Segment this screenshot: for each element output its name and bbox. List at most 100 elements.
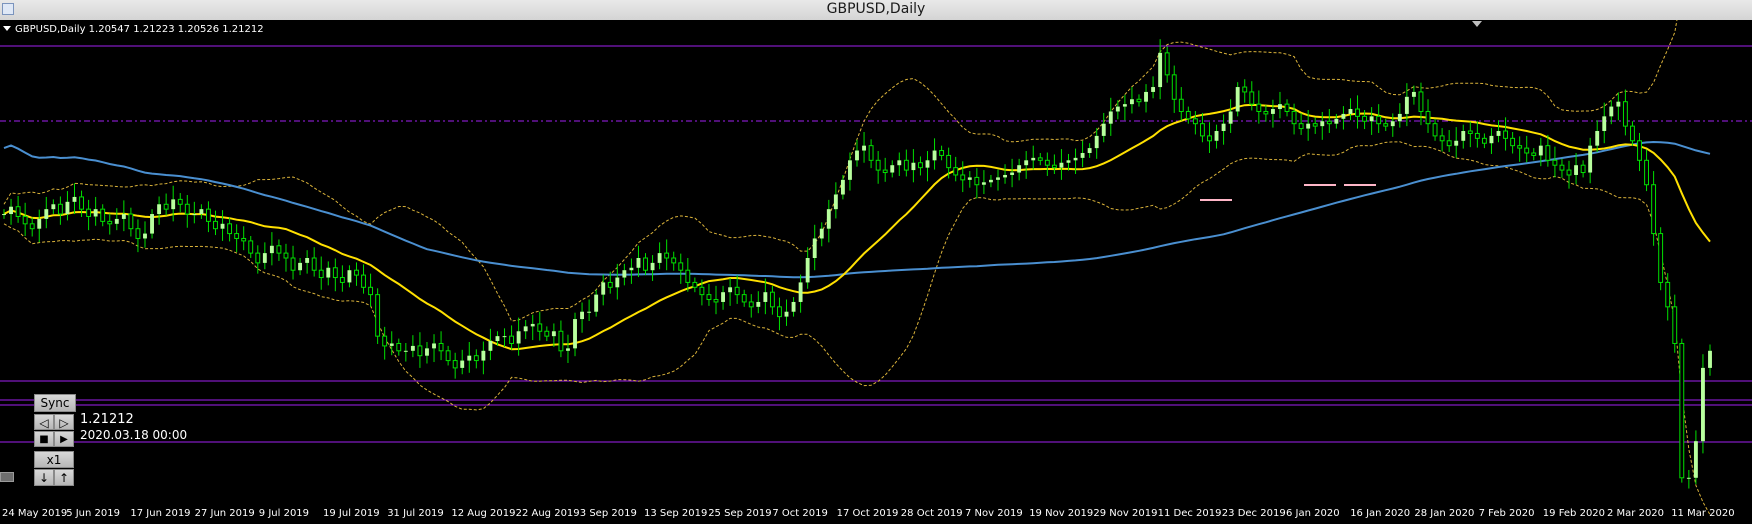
candle-body-bull (862, 145, 866, 151)
candle-body-bear (741, 294, 747, 303)
candle-body-bull (403, 350, 408, 352)
candle-body-bull (65, 201, 70, 215)
candle-body-bear (1178, 98, 1184, 112)
candle-body-bear (882, 169, 888, 174)
price-chart-area[interactable]: GBPUSD,Daily 1.20547 1.21223 1.20526 1.2… (0, 20, 1752, 524)
candle-body-bear (473, 355, 479, 362)
candle-body-bear (1439, 135, 1445, 142)
candle-body-bull (1066, 160, 1071, 163)
speed-down-icon[interactable]: ↓ (34, 469, 54, 486)
candle-body-bear (1044, 159, 1050, 166)
stop-icon[interactable]: ■ (34, 431, 54, 447)
candle-body-bear (241, 237, 247, 242)
candle-body-bull (1129, 99, 1134, 105)
x-tick-label: 22 Aug 2019 (515, 508, 580, 519)
candle-body-bull (269, 245, 274, 254)
candle-body-bull (1108, 111, 1113, 124)
candle-body-bull (1404, 96, 1409, 114)
candle-body-bear (713, 299, 719, 303)
candle-body-bear (1665, 281, 1671, 308)
candle-body-bull (1115, 106, 1120, 112)
candle-body-bear (57, 203, 63, 215)
candle-body-bull (1278, 104, 1282, 110)
candle-body-bear (1249, 91, 1255, 105)
candle-body-bull (728, 287, 733, 293)
candle-body-bear (1622, 101, 1628, 127)
bollinger-upper-band (3, 20, 1678, 322)
candle-body-bull (326, 267, 331, 278)
x-tick-label: 19 Jul 2019 (323, 508, 380, 519)
candle-body-bear (396, 342, 402, 352)
candle-body-bull (1708, 350, 1712, 368)
bollinger-lower-band (3, 141, 1711, 515)
candle-body-bull (1693, 441, 1698, 478)
candle-body-bear (1432, 123, 1438, 137)
candle-body-bull (629, 267, 634, 271)
candle-body-bull (1616, 101, 1621, 107)
candle-body-bull (114, 218, 119, 224)
candle-body-bull (996, 177, 1000, 180)
speed-button[interactable]: x1 (34, 451, 74, 468)
candle-body-bull (1538, 145, 1543, 156)
chart-shift-marker-icon[interactable] (1472, 21, 1482, 27)
candle-body-bear (375, 294, 381, 337)
step-forward-icon[interactable]: ▷ (54, 414, 74, 430)
candlestick-chart[interactable] (0, 20, 1752, 524)
play-icon[interactable]: ▶ (54, 431, 74, 447)
candle-body-bull (150, 214, 154, 234)
candle-body-bear (918, 162, 923, 169)
candle-body-bear (1545, 145, 1551, 161)
candle-body-bull (989, 179, 993, 183)
candle-body-bull (1686, 477, 1691, 479)
candle-body-bull (1031, 157, 1036, 161)
candle-body-bear (318, 269, 324, 279)
candle-body-bull (1122, 104, 1127, 107)
candle-body-bull (523, 326, 528, 332)
candle-body-bear (1136, 98, 1142, 103)
candle-body-bull (826, 209, 831, 229)
candle-body-bull (1235, 87, 1240, 112)
candle-body-bear (1256, 103, 1262, 112)
candle-body-bull (1306, 123, 1311, 129)
candle-body-bear (1644, 159, 1649, 186)
candle-body-bear (544, 330, 550, 337)
candle-body-bear (100, 208, 106, 222)
candle-body-bear (692, 281, 698, 288)
candle-body-bull (1411, 91, 1416, 97)
candle-body-bull (72, 196, 77, 202)
candle-body-bear (15, 206, 21, 217)
candle-body-bear (1580, 164, 1586, 174)
candle-body-bull (1609, 106, 1614, 117)
candle-body-bull (798, 282, 803, 302)
candle-body-bull (925, 160, 930, 168)
candle-body-bull (721, 292, 725, 302)
candle-body-bull (1144, 91, 1148, 102)
candle-body-bear (1284, 103, 1290, 112)
candle-body-bull (9, 206, 13, 215)
candle-body-bear (1207, 135, 1212, 142)
candle-body-bull (305, 258, 310, 263)
current-price-readout: 1.21212 (80, 412, 134, 427)
candle-body-bull (502, 336, 507, 338)
candle-body-bear (1192, 118, 1198, 125)
candle-body-bear (960, 174, 966, 181)
candle-body-bull (530, 323, 535, 327)
sync-button[interactable]: Sync (34, 394, 76, 412)
step-back-icon[interactable]: ◁ (34, 414, 54, 430)
candle-body-bull (298, 262, 303, 271)
candle-body-bull (1214, 131, 1219, 141)
candle-body-bear (1637, 140, 1642, 161)
candle-body-bear (1658, 233, 1664, 283)
candle-body-bear (1291, 110, 1297, 125)
speed-up-icon[interactable]: ↑ (54, 469, 74, 486)
candle-body-bear (974, 176, 980, 186)
candle-body-bull (93, 209, 98, 217)
scroll-handle[interactable] (0, 472, 14, 482)
dropdown-triangle-icon[interactable] (3, 26, 11, 31)
x-tick-label: 25 Sep 2019 (708, 508, 772, 519)
candle-body-bear (777, 306, 782, 318)
candle-body-bull (389, 343, 394, 346)
candle-body-bull (1073, 157, 1078, 161)
candle-body-bull (467, 355, 472, 361)
candle-body-bull (171, 199, 176, 210)
